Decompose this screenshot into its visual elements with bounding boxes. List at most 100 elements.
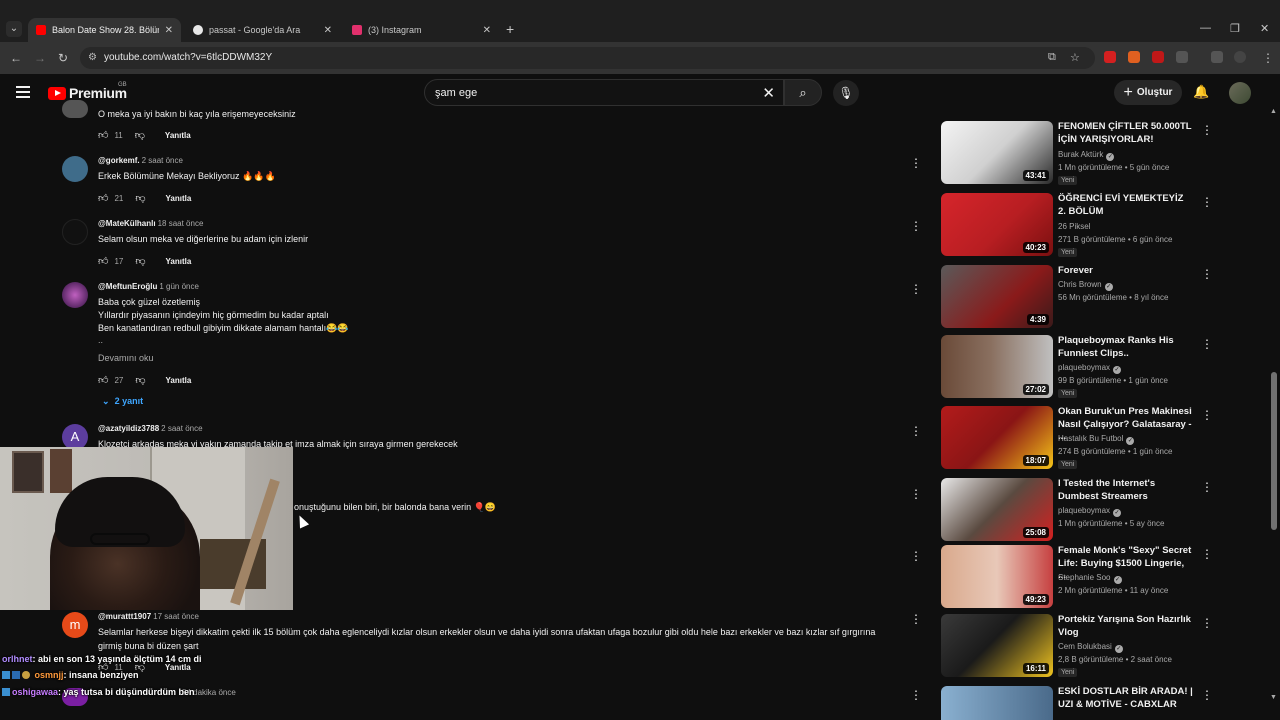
tab-google[interactable]: passat - Google'da Ara ✕	[185, 18, 340, 42]
channel-name[interactable]: Hastalık Bu Futbol ✓	[1058, 434, 1135, 445]
channel-name[interactable]: Cem Bolukbasi ✓	[1058, 642, 1123, 653]
scrollbar-thumb[interactable]	[1271, 372, 1277, 530]
avatar[interactable]	[62, 219, 88, 245]
read-more-link[interactable]: Devamını oku	[98, 353, 154, 363]
channel-name[interactable]: Chris Brown ✓	[1058, 280, 1113, 291]
browser-menu-icon[interactable]: ⋮	[1262, 51, 1274, 65]
like-icon[interactable]: 👍︎	[98, 129, 108, 141]
comment-time[interactable]: 2 saat önce	[161, 424, 202, 433]
video-title[interactable]: I Tested the Internet's Dumbest Streamer…	[1058, 478, 1193, 503]
dislike-icon[interactable]: 👎︎	[135, 374, 145, 386]
comment-author[interactable]: @azatyildiz3788	[98, 424, 159, 433]
video-menu-icon[interactable]: ⋮	[1201, 480, 1213, 494]
extension-icon[interactable]	[1152, 51, 1164, 63]
reply-button[interactable]: Yanıtla	[165, 131, 191, 140]
avatar[interactable]	[62, 100, 88, 118]
forward-icon[interactable]: →	[34, 51, 46, 65]
channel-name[interactable]: Stephanie Soo ✓	[1058, 573, 1122, 584]
video-menu-icon[interactable]: ⋮	[1201, 547, 1213, 561]
account-avatar[interactable]	[1229, 82, 1251, 104]
video-thumbnail[interactable]: 49:23	[941, 545, 1053, 608]
address-bar[interactable]: ⚙ youtube.com/watch?v=6tlcDDWM32Y ⧉ ☆	[80, 47, 1095, 69]
recommended-video[interactable]: 18:07 Okan Buruk'un Pres Makinesi Nasıl …	[941, 406, 1216, 470]
search-icon[interactable]: ⌕	[784, 79, 822, 106]
comment-menu-icon[interactable]: ⋮	[910, 219, 922, 233]
video-title[interactable]: FENOMEN ÇİFTLER 50.000TL İÇİN YARIŞIYORL…	[1058, 121, 1193, 146]
recommended-video[interactable]: 43:41 FENOMEN ÇİFTLER 50.000TL İÇİN YARI…	[941, 121, 1216, 185]
video-menu-icon[interactable]: ⋮	[1201, 688, 1213, 702]
video-thumbnail[interactable]: 43:41	[941, 121, 1053, 184]
video-thumbnail[interactable]: 16:11	[941, 614, 1053, 677]
back-icon[interactable]: ←	[10, 51, 22, 65]
recommended-video[interactable]: ESKİ DOSTLAR BİR ARADA! | UZI & MOTİVE -…	[941, 686, 1216, 720]
close-tab-icon[interactable]: ✕	[324, 25, 332, 36]
comment-time[interactable]: 2 saat önce	[142, 156, 183, 165]
recommended-video[interactable]: 27:02 Plaqueboymax Ranks His Funniest Cl…	[941, 335, 1216, 399]
recommended-video[interactable]: 16:11 Portekiz Yarışına Son Hazırlık Vlo…	[941, 614, 1216, 678]
video-title[interactable]: Forever	[1058, 265, 1193, 278]
comment-author[interactable]: @gorkemf.	[98, 156, 140, 165]
like-icon[interactable]: 👍︎	[98, 374, 108, 386]
video-thumbnail[interactable]: 18:07	[941, 406, 1053, 469]
avatar[interactable]	[62, 156, 88, 182]
video-thumbnail[interactable]: 25:08	[941, 478, 1053, 541]
create-button[interactable]: + Oluştur	[1114, 80, 1182, 105]
comment-time[interactable]: 17 saat önce	[153, 612, 199, 621]
new-tab-icon[interactable]: +	[506, 21, 514, 37]
dislike-icon[interactable]: 👎︎	[135, 255, 145, 267]
extension-icon[interactable]	[1104, 51, 1116, 63]
recommended-video[interactable]: 25:08 I Tested the Internet's Dumbest St…	[941, 478, 1216, 542]
like-icon[interactable]: 👍︎	[98, 255, 108, 267]
comment-menu-icon[interactable]: ⋮	[910, 612, 922, 626]
hamburger-menu-icon[interactable]	[16, 86, 30, 101]
close-tab-icon[interactable]: ✕	[483, 25, 491, 36]
reload-icon[interactable]: ↻	[58, 51, 68, 65]
comment-time[interactable]: 1 gün önce	[159, 282, 199, 291]
view-replies-button[interactable]: ⌄ 2 yanıt	[102, 396, 143, 407]
reply-button[interactable]: Yanıtla	[166, 376, 192, 385]
site-info-icon[interactable]: ⚙	[88, 52, 97, 63]
dislike-icon[interactable]: 👎︎	[135, 192, 145, 204]
channel-name[interactable]: plaqueboymax ✓	[1058, 363, 1122, 374]
dislike-icon[interactable]: 👎︎	[135, 129, 145, 141]
clear-search-icon[interactable]: ✕	[762, 84, 775, 102]
video-title[interactable]: Plaqueboymax Ranks His Funniest Clips..	[1058, 335, 1193, 360]
comment-menu-icon[interactable]: ⋮	[910, 156, 922, 170]
video-menu-icon[interactable]: ⋮	[1201, 195, 1213, 209]
video-thumbnail[interactable]	[941, 686, 1053, 720]
video-menu-icon[interactable]: ⋮	[1201, 337, 1213, 351]
microphone-icon[interactable]: 🎙	[833, 80, 859, 106]
close-tab-icon[interactable]: ✕	[165, 25, 173, 36]
video-menu-icon[interactable]: ⋮	[1201, 123, 1213, 137]
recommended-video[interactable]: 40:23 ÖĞRENCİ EVİ YEMEKTEYİZ 2. BÖLÜM 26…	[941, 193, 1216, 257]
reply-button[interactable]: Yanıtla	[166, 194, 192, 203]
comment-author[interactable]: @MeftunEroğlu	[98, 282, 157, 291]
comment-menu-icon[interactable]: ⋮	[910, 688, 922, 702]
search-input[interactable]: şam ege	[435, 87, 477, 99]
video-title[interactable]: ESKİ DOSTLAR BİR ARADA! | UZI & MOTİVE -…	[1058, 686, 1193, 711]
reply-button[interactable]: Yanıtla	[166, 257, 192, 266]
video-menu-icon[interactable]: ⋮	[1201, 267, 1213, 281]
extensions-puzzle-icon[interactable]	[1176, 51, 1188, 63]
channel-name[interactable]: 26 Piksel	[1058, 222, 1090, 231]
comment-menu-icon[interactable]: ⋮	[910, 487, 922, 501]
avatar[interactable]: m	[62, 612, 88, 638]
minimize-icon[interactable]: —	[1200, 22, 1211, 34]
comment-menu-icon[interactable]: ⋮	[910, 282, 922, 296]
bookmark-star-icon[interactable]: ☆	[1070, 51, 1080, 64]
scroll-up-icon[interactable]: ▲	[1270, 108, 1277, 115]
comment-author[interactable]: @murattt1907	[98, 612, 151, 621]
scroll-down-icon[interactable]: ▼	[1270, 694, 1277, 701]
extension-icon[interactable]	[1128, 51, 1140, 63]
video-menu-icon[interactable]: ⋮	[1201, 408, 1213, 422]
youtube-premium-logo[interactable]: Premium GB	[48, 82, 127, 101]
media-control-icon[interactable]	[1211, 51, 1223, 63]
video-thumbnail[interactable]: 40:23	[941, 193, 1053, 256]
comment-time[interactable]: 18 saat önce	[158, 219, 204, 228]
recommended-video[interactable]: 49:23 Female Monk's "Sexy" Secret Life: …	[941, 545, 1216, 609]
tab-instagram[interactable]: (3) Instagram ✕	[344, 18, 499, 42]
video-title[interactable]: ÖĞRENCİ EVİ YEMEKTEYİZ 2. BÖLÜM	[1058, 193, 1193, 218]
comment-menu-icon[interactable]: ⋮	[910, 549, 922, 563]
like-icon[interactable]: 👍︎	[98, 192, 108, 204]
search-box[interactable]: şam ege ✕	[424, 79, 784, 106]
